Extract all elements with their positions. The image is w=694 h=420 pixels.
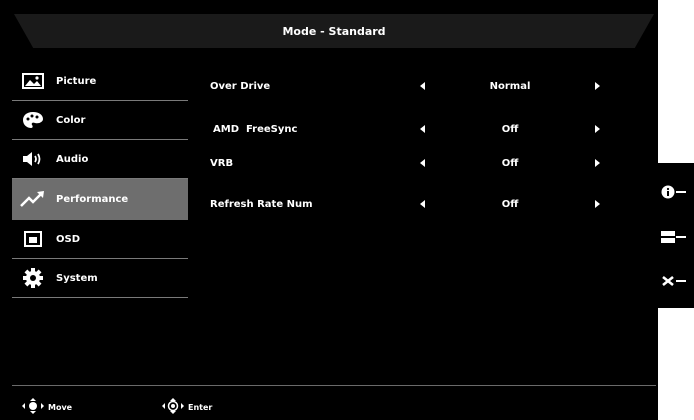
footer-divider [12,385,656,386]
osd-window-icon [20,229,46,249]
menu-item-system[interactable]: System [12,259,188,298]
move-hint: Move [22,398,72,416]
menu-item-audio[interactable]: Audio [12,140,188,179]
menu-label-performance: Performance [56,193,129,205]
category-menu: Picture Color Audio Performance OSD Syst… [12,62,188,298]
setting-value: Off [501,157,519,169]
title-bar: Mode - Standard [14,14,654,48]
menu-item-osd[interactable]: OSD [12,220,188,259]
menu-label-picture: Picture [56,75,97,87]
setting-row-amd-freesync[interactable]: AMD FreeSync Off [213,119,620,139]
info-icon [658,185,675,199]
menu-label-osd: OSD [56,233,81,245]
setting-row-over-drive[interactable]: Over Drive Normal [210,76,620,96]
menu-item-performance[interactable]: Performance [12,179,188,220]
trend-arrow-icon [20,189,46,209]
arrow-right-icon[interactable] [595,159,600,167]
speaker-icon [20,149,46,169]
directional-pad-icon [22,398,44,416]
palette-icon [20,110,46,130]
setting-label: Refresh Rate Num [210,198,313,210]
input-button[interactable] [658,222,694,252]
arrow-right-icon[interactable] [595,82,600,90]
menu-label-audio: Audio [56,153,89,165]
menu-item-picture[interactable]: Picture [12,62,188,101]
setting-row-refresh-rate-num[interactable]: Refresh Rate Num Off [210,194,620,214]
picture-icon [20,71,46,91]
setting-row-vrb[interactable]: VRB Off [210,153,620,173]
menu-label-color: Color [56,114,86,126]
setting-value: Normal [489,80,531,92]
enter-hint: Enter [162,398,212,416]
setting-label: VRB [210,157,234,169]
osd-window: Mode - Standard Picture Color Audio Perf… [0,0,658,420]
input-select-icon [658,230,675,244]
menu-label-system: System [56,272,98,284]
setting-label: AMD FreeSync [213,123,298,135]
close-icon [658,274,675,288]
close-indicator-line [676,280,686,282]
enter-label: Enter [188,402,213,412]
info-indicator-line [676,191,686,193]
input-indicator-line [676,236,686,238]
directional-pad-press-icon [162,398,184,416]
gear-icon [20,268,46,288]
move-label: Move [48,402,73,412]
hotkey-panel [658,163,694,308]
arrow-right-icon[interactable] [595,200,600,208]
mode-title: Mode - Standard [282,24,386,38]
setting-value: Off [501,198,519,210]
close-button[interactable] [658,266,694,296]
arrow-right-icon[interactable] [595,125,600,133]
info-button[interactable] [658,177,694,207]
setting-value: Off [501,123,519,135]
menu-item-color[interactable]: Color [12,101,188,140]
setting-label: Over Drive [210,80,271,92]
